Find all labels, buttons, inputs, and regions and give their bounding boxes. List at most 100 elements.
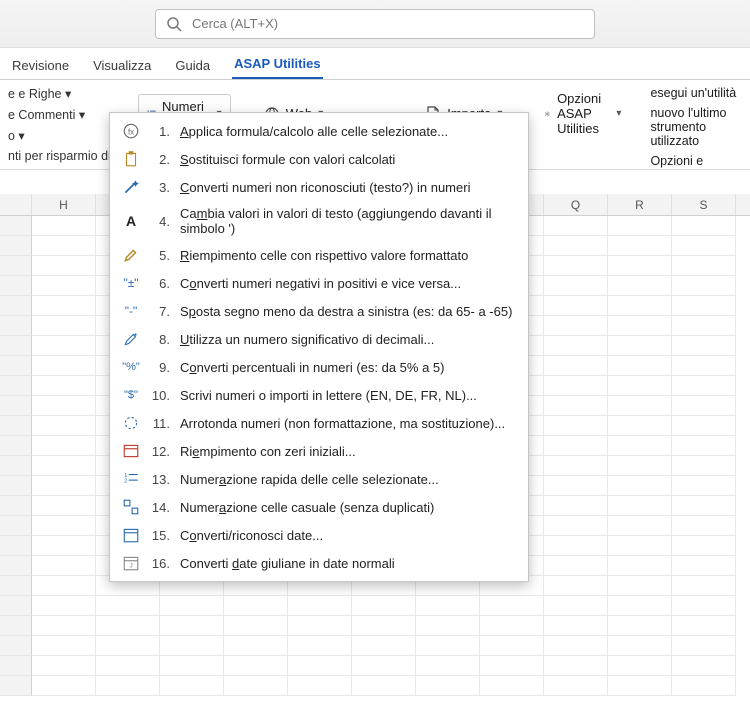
menu-item-14[interactable]: 14.Numerazione celle casuale (senza dupl… — [110, 493, 528, 521]
cell[interactable] — [0, 536, 32, 556]
cell[interactable] — [544, 216, 608, 236]
cell[interactable] — [416, 596, 480, 616]
cell[interactable] — [672, 236, 736, 256]
cell[interactable] — [608, 496, 672, 516]
cell[interactable] — [672, 656, 736, 676]
tab-guida[interactable]: Guida — [173, 52, 212, 79]
cell[interactable] — [160, 676, 224, 696]
cell[interactable] — [608, 356, 672, 376]
cell[interactable] — [32, 616, 96, 636]
cell[interactable] — [672, 516, 736, 536]
menu-item-13[interactable]: 1213.Numerazione rapida delle celle sele… — [110, 465, 528, 493]
cell[interactable] — [32, 476, 96, 496]
tab-revisione[interactable]: Revisione — [10, 52, 71, 79]
cell[interactable] — [32, 416, 96, 436]
cell[interactable] — [608, 376, 672, 396]
menu-item-7[interactable]: "‑"7.Sposta segno meno da destra a sinis… — [110, 297, 528, 325]
cell[interactable] — [352, 656, 416, 676]
cell[interactable] — [0, 356, 32, 376]
col-header-r[interactable]: R — [608, 194, 672, 215]
cell[interactable] — [544, 556, 608, 576]
cell[interactable] — [0, 576, 32, 596]
cell[interactable] — [32, 636, 96, 656]
cell[interactable] — [672, 356, 736, 376]
tab-visualizza[interactable]: Visualizza — [91, 52, 153, 79]
partial-item[interactable]: e e Righe ▾ — [8, 86, 118, 101]
cell[interactable] — [672, 616, 736, 636]
cell[interactable] — [352, 596, 416, 616]
cell[interactable] — [608, 596, 672, 616]
cell[interactable] — [224, 616, 288, 636]
menu-item-3[interactable]: 3.Converti numeri non riconosciuti (test… — [110, 173, 528, 201]
cell[interactable] — [0, 516, 32, 536]
cell[interactable] — [544, 676, 608, 696]
cell[interactable] — [608, 336, 672, 356]
cell[interactable] — [0, 336, 32, 356]
menu-item-12[interactable]: 12.Riempimento con zeri iniziali... — [110, 437, 528, 465]
col-header[interactable] — [0, 194, 32, 215]
cell[interactable] — [672, 316, 736, 336]
cell[interactable] — [672, 596, 736, 616]
cell[interactable] — [0, 296, 32, 316]
cell[interactable] — [32, 376, 96, 396]
cell[interactable] — [416, 656, 480, 676]
cell[interactable] — [544, 416, 608, 436]
cell[interactable] — [0, 236, 32, 256]
cell[interactable] — [608, 536, 672, 556]
menu-item-6[interactable]: "±"6.Converti numeri negativi in positiv… — [110, 269, 528, 297]
cell[interactable] — [672, 576, 736, 596]
cell[interactable] — [0, 376, 32, 396]
cell[interactable] — [0, 316, 32, 336]
cell[interactable] — [608, 516, 672, 536]
cell[interactable] — [32, 296, 96, 316]
cell[interactable] — [480, 596, 544, 616]
cell[interactable] — [0, 676, 32, 696]
cell[interactable] — [608, 616, 672, 636]
cell[interactable] — [544, 496, 608, 516]
cell[interactable] — [32, 236, 96, 256]
menu-item-11[interactable]: 11.Arrotonda numeri (non formattazione, … — [110, 409, 528, 437]
cell[interactable] — [608, 676, 672, 696]
menu-item-15[interactable]: 15.Converti/riconosci date... — [110, 521, 528, 549]
cell[interactable] — [672, 416, 736, 436]
cell[interactable] — [0, 396, 32, 416]
cell[interactable] — [672, 376, 736, 396]
cell[interactable] — [0, 276, 32, 296]
cell[interactable] — [608, 436, 672, 456]
cell[interactable] — [160, 636, 224, 656]
cell[interactable] — [32, 256, 96, 276]
cell[interactable] — [32, 576, 96, 596]
cell[interactable] — [672, 216, 736, 236]
cell[interactable] — [544, 536, 608, 556]
cell[interactable] — [480, 656, 544, 676]
cell[interactable] — [544, 616, 608, 636]
cell[interactable] — [32, 316, 96, 336]
cell[interactable] — [608, 216, 672, 236]
cell[interactable] — [0, 256, 32, 276]
cell[interactable] — [672, 276, 736, 296]
cell[interactable] — [672, 496, 736, 516]
cell[interactable] — [608, 576, 672, 596]
cell[interactable] — [288, 676, 352, 696]
cell[interactable] — [608, 416, 672, 436]
cell[interactable] — [0, 616, 32, 636]
cell[interactable] — [32, 496, 96, 516]
cell[interactable] — [544, 596, 608, 616]
col-header-q[interactable]: Q — [544, 194, 608, 215]
cell[interactable] — [672, 536, 736, 556]
menu-item-9[interactable]: "%"9.Converti percentuali in numeri (es:… — [110, 353, 528, 381]
cell[interactable] — [288, 656, 352, 676]
cell[interactable] — [544, 476, 608, 496]
search-box[interactable]: Cerca (ALT+X) — [155, 9, 595, 39]
cell[interactable] — [32, 456, 96, 476]
cell[interactable] — [672, 556, 736, 576]
cell[interactable] — [0, 416, 32, 436]
cell[interactable] — [32, 216, 96, 236]
cell[interactable] — [32, 676, 96, 696]
cell[interactable] — [544, 236, 608, 256]
cell[interactable] — [32, 536, 96, 556]
cell[interactable] — [416, 636, 480, 656]
cell[interactable] — [672, 636, 736, 656]
cell[interactable] — [672, 296, 736, 316]
cell[interactable] — [544, 256, 608, 276]
